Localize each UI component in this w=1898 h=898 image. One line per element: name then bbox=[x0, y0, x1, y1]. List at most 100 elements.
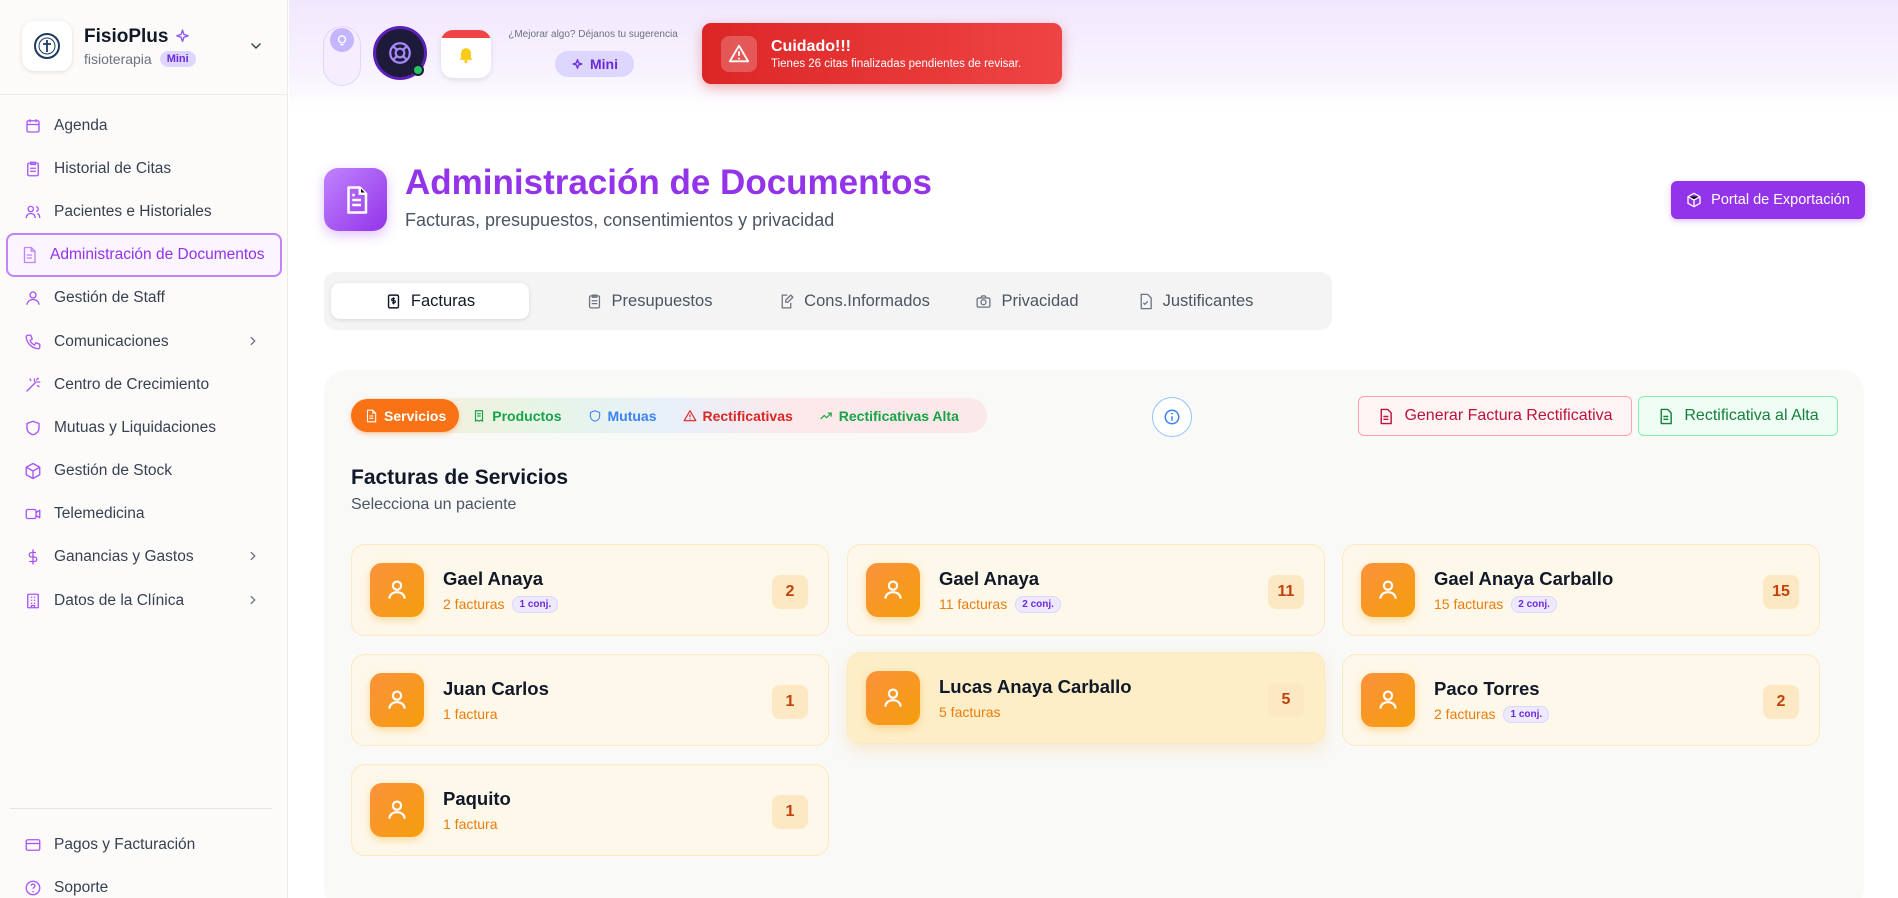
sidebar-item-label: Agenda bbox=[54, 117, 108, 134]
rectificativa-alta-label: Rectificativa al Alta bbox=[1684, 407, 1819, 424]
clipboard-icon bbox=[24, 160, 42, 178]
user-icon bbox=[1361, 563, 1415, 617]
suggestion-button[interactable]: Mini bbox=[555, 51, 634, 77]
sidebar-item-label: Pagos y Facturación bbox=[54, 836, 196, 853]
document-icon bbox=[1657, 408, 1674, 425]
invoice-count-text: 5 facturas bbox=[939, 704, 1001, 720]
shield-icon bbox=[588, 409, 602, 423]
sidebar-item-pagos-y-facturacion[interactable]: Pagos y Facturación bbox=[6, 823, 282, 867]
info-button[interactable] bbox=[1152, 397, 1192, 437]
alert-title: Cuidado!!! bbox=[771, 37, 851, 55]
chevron-right-icon bbox=[246, 593, 260, 607]
patient-card[interactable]: Paquito 1 factura 1 bbox=[351, 764, 829, 856]
user-icon bbox=[24, 289, 42, 307]
brand-switcher[interactable]: FisioPlus fisioterapia Mini bbox=[22, 18, 272, 74]
sidebar-item-centro-de-crecimiento[interactable]: Centro de Crecimiento bbox=[6, 363, 282, 407]
sidebar-item-label: Pacientes e Historiales bbox=[54, 203, 212, 220]
tab-presupuestos[interactable]: Presupuestos bbox=[537, 283, 761, 319]
patient-name: Paquito bbox=[443, 788, 511, 809]
tab-cons-informados[interactable]: Cons.Informados bbox=[769, 283, 939, 319]
sidebar-item-label: Gestión de Staff bbox=[54, 289, 165, 306]
sidebar-item-ganancias-y-gastos[interactable]: Ganancias y Gastos bbox=[6, 535, 282, 579]
patient-card[interactable]: Lucas Anaya Carballo 5 facturas 5 bbox=[847, 652, 1325, 744]
user-icon bbox=[370, 563, 424, 617]
sidebar-item-pacientes-e-historiales[interactable]: Pacientes e Historiales bbox=[6, 190, 282, 234]
sidebar-item-gestion-de-stock[interactable]: Gestión de Stock bbox=[6, 449, 282, 493]
sidebar-item-label: Comunicaciones bbox=[54, 333, 169, 350]
sparkles-icon bbox=[174, 28, 191, 45]
tab-privacidad[interactable]: Privacidad bbox=[947, 283, 1107, 319]
building-icon bbox=[24, 592, 42, 610]
sidebar-item-gestion-de-staff[interactable]: Gestión de Staff bbox=[6, 276, 282, 320]
notifications-button[interactable] bbox=[441, 30, 491, 78]
patient-card[interactable]: Juan Carlos 1 factura 1 bbox=[351, 654, 829, 746]
patient-name: Gael Anaya bbox=[443, 567, 544, 589]
shield-icon bbox=[24, 419, 42, 437]
subtab-label: Productos bbox=[492, 407, 562, 424]
generate-rectificativa-label: Generar Factura Rectificativa bbox=[1404, 407, 1613, 424]
clinic-logo bbox=[22, 21, 72, 71]
tab-facturas[interactable]: Facturas bbox=[331, 283, 529, 319]
tab-label: Privacidad bbox=[1001, 291, 1079, 310]
conj-badge: 1 conj. bbox=[512, 595, 559, 613]
subtab-productos[interactable]: Productos bbox=[459, 399, 574, 432]
invoice-count-badge: 11 bbox=[1268, 575, 1304, 609]
sidebar-item-administracion-de-documentos[interactable]: Administración de Documentos bbox=[6, 233, 282, 277]
subtab-mutuas[interactable]: Mutuas bbox=[575, 399, 670, 432]
sidebar-item-label: Mutuas y Liquidaciones bbox=[54, 419, 216, 436]
sidebar-item-historial-de-citas[interactable]: Historial de Citas bbox=[6, 147, 282, 191]
tab-justificantes[interactable]: Justificantes bbox=[1115, 283, 1275, 319]
brand-subtitle: fisioterapia bbox=[84, 50, 152, 67]
conj-badge: 2 conj. bbox=[1511, 595, 1557, 613]
sparkles-icon bbox=[571, 58, 584, 71]
phone-icon bbox=[24, 333, 42, 351]
export-portal-label: Portal de Exportación bbox=[1711, 192, 1850, 208]
subtab-label: Rectificativas Alta bbox=[838, 407, 959, 424]
invoice-count-badge: 2 bbox=[772, 575, 808, 609]
patient-card[interactable]: Gael Anaya 11 facturas 2 conj. 11 bbox=[847, 544, 1325, 636]
pending-appointments-alert[interactable]: Cuidado!!! Tienes 26 citas finalizadas p… bbox=[702, 23, 1062, 84]
sidebar-item-datos-de-la-clinica[interactable]: Datos de la Clínica bbox=[6, 579, 282, 623]
sidebar-item-telemedicina[interactable]: Telemedicina bbox=[6, 492, 282, 536]
document-icon bbox=[364, 409, 378, 423]
tab-label: Facturas bbox=[410, 291, 476, 310]
sidebar-item-label: Datos de la Clínica bbox=[54, 592, 185, 609]
file-check-icon bbox=[1137, 293, 1154, 310]
tab-label: Cons.Informados bbox=[804, 291, 930, 310]
user-icon bbox=[370, 673, 424, 727]
receipt-icon bbox=[472, 409, 486, 423]
patient-card[interactable]: Gael Anaya Carballo 15 facturas 2 conj. 15 bbox=[1342, 544, 1820, 636]
sidebar-item-agenda[interactable]: Agenda bbox=[6, 104, 282, 148]
section-subtitle: Selecciona un paciente bbox=[351, 496, 517, 513]
invoice-count-badge: 1 bbox=[772, 685, 808, 719]
subtab-servicios[interactable]: Servicios bbox=[351, 399, 460, 432]
invoice-count-text: 2 facturas bbox=[1434, 706, 1496, 722]
calendar-header-strip bbox=[441, 30, 491, 38]
chevron-right-icon bbox=[246, 549, 260, 563]
conj-badge: 2 conj. bbox=[1015, 595, 1061, 613]
invoice-count-badge: 5 bbox=[1268, 683, 1304, 717]
sidebar-item-comunicaciones[interactable]: Comunicaciones bbox=[6, 320, 282, 364]
camera-icon bbox=[975, 293, 992, 310]
sidebar-item-label: Telemedicina bbox=[54, 505, 145, 522]
assistant-icon[interactable] bbox=[330, 28, 354, 52]
sidebar-item-soporte[interactable]: Soporte bbox=[6, 866, 282, 898]
patient-card[interactable]: Paco Torres 2 facturas 1 conj. 2 bbox=[1342, 654, 1820, 746]
rectificativa-alta-button[interactable]: Rectificativa al Alta bbox=[1638, 396, 1838, 436]
online-status-dot bbox=[412, 64, 424, 76]
patient-card[interactable]: Gael Anaya 2 facturas 1 conj. 2 bbox=[351, 544, 829, 636]
package-icon bbox=[1686, 192, 1702, 208]
document-tabs: Facturas Presupuestos Cons.Informados Priva… bbox=[324, 272, 1332, 330]
subtab-rectificativas[interactable]: Rectificativas bbox=[670, 399, 806, 432]
subtab-rectificativas-alta[interactable]: Rectificativas Alta bbox=[806, 399, 972, 432]
patient-name: Gael Anaya bbox=[939, 567, 1040, 589]
patient-name: Juan Carlos bbox=[443, 678, 549, 699]
sidebar-item-mutuas-y-liquidaciones[interactable]: Mutuas y Liquidaciones bbox=[6, 406, 282, 450]
topbar bbox=[289, 0, 1898, 112]
document-icon bbox=[1377, 408, 1394, 425]
plan-badge: Mini bbox=[159, 50, 196, 67]
chevron-down-icon[interactable] bbox=[248, 38, 264, 54]
generate-rectificativa-button[interactable]: Generar Factura Rectificativa bbox=[1358, 396, 1632, 436]
page-subtitle: Facturas, presupuestos, consentimientos … bbox=[405, 210, 835, 230]
export-portal-button[interactable]: Portal de Exportación bbox=[1671, 181, 1865, 219]
